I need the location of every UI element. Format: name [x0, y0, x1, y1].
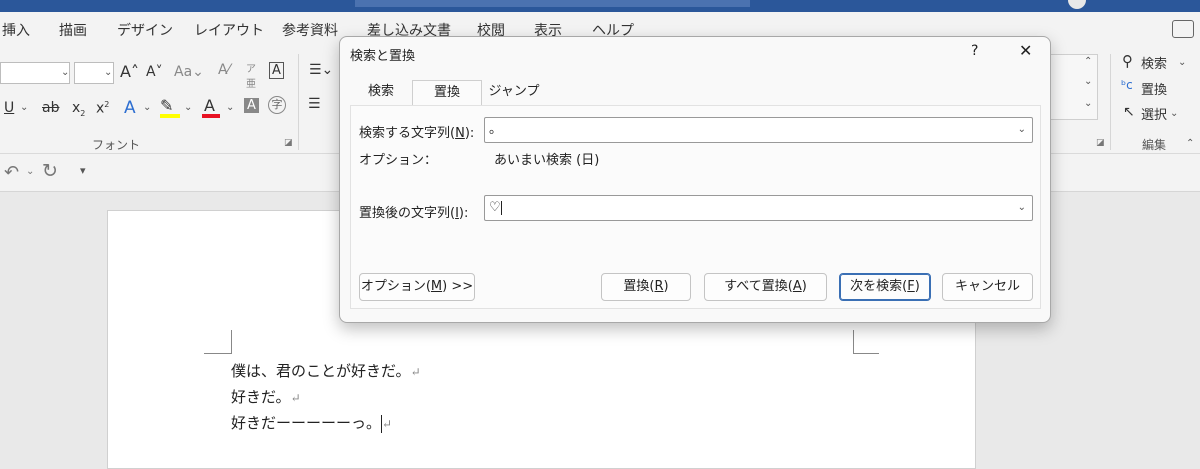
font-group-label: フォント: [92, 138, 141, 152]
title-bar: [0, 0, 1200, 12]
search-icon[interactable]: ⚲: [1122, 52, 1133, 70]
replace-button[interactable]: 置換: [1141, 79, 1167, 98]
enclose-characters-icon[interactable]: 字: [268, 96, 286, 114]
menu-insert[interactable]: 挿入: [2, 20, 30, 40]
redo-icon[interactable]: ↻: [42, 160, 58, 182]
styles-dialog-launcher-icon[interactable]: ◪: [1096, 138, 1105, 148]
select-button[interactable]: 選択: [1141, 104, 1167, 123]
superscript-icon[interactable]: x2: [96, 100, 109, 117]
tab-replace[interactable]: 置換: [412, 80, 482, 106]
close-icon[interactable]: ✕: [1019, 41, 1032, 60]
menu-references[interactable]: 参考資料: [282, 20, 338, 40]
document-line[interactable]: 僕は、君のことが好きだ。↵: [231, 360, 421, 381]
help-button[interactable]: ?: [971, 43, 978, 59]
menu-draw[interactable]: 描画: [59, 20, 87, 40]
avatar[interactable]: [1068, 0, 1086, 9]
strikethrough-icon[interactable]: ab: [42, 100, 59, 116]
phonetic-guide-icon[interactable]: ア亜: [246, 60, 256, 90]
find-input[interactable]: 。 ⌄: [484, 117, 1033, 143]
find-button[interactable]: 検索: [1141, 53, 1167, 72]
bullets-icon[interactable]: ☰⌄: [309, 62, 333, 78]
chevron-down-icon[interactable]: ⌄: [184, 102, 192, 113]
subscript-icon[interactable]: x2: [72, 100, 85, 118]
chevron-down-icon[interactable]: ⌄: [20, 102, 28, 113]
align-left-icon[interactable]: ☰: [308, 96, 321, 112]
tab-find[interactable]: 検索: [350, 80, 412, 106]
document-line[interactable]: 好きだーーーーーっ。↵: [231, 412, 392, 433]
find-label: 検索する文字列(N):: [359, 126, 475, 141]
chevron-down-icon[interactable]: ⌄: [143, 102, 151, 113]
collapse-ribbon-icon[interactable]: ⌃: [1186, 138, 1194, 149]
menu-layout[interactable]: レイアウト: [194, 20, 264, 40]
customize-toolbar-icon[interactable]: ▾: [80, 164, 86, 177]
gallery-up-icon[interactable]: ⌃: [1084, 56, 1092, 67]
grow-font-icon[interactable]: A˄: [120, 62, 139, 81]
character-shading-icon[interactable]: A: [244, 98, 259, 113]
chevron-down-icon[interactable]: ⌄: [1178, 57, 1186, 68]
account-name[interactable]: [990, 0, 1050, 10]
tab-goto[interactable]: ジャンプ: [482, 80, 546, 106]
find-next-button[interactable]: 次を検索(F): [839, 273, 931, 301]
chevron-down-icon[interactable]: ⌄: [226, 102, 234, 113]
highlighter-icon[interactable]: ✎: [160, 96, 173, 115]
editing-group-label: 編集: [1142, 138, 1167, 152]
chevron-down-icon[interactable]: ⌄: [26, 166, 34, 177]
font-color-bar: [202, 114, 220, 118]
dialog-title: 検索と置換: [350, 49, 416, 64]
change-case-icon[interactable]: Aa⌄: [174, 64, 204, 80]
group-divider: [1110, 54, 1111, 150]
chevron-down-icon[interactable]: ⌄: [1018, 118, 1026, 142]
margin-corner-mark: [204, 330, 232, 354]
options-value: あいまい検索 (日): [494, 153, 600, 168]
replace-panel: 検索する文字列(N): 。 ⌄ オプション： あいまい検索 (日) 置換後の文字列…: [350, 105, 1041, 309]
chevron-down-icon[interactable]: ⌄: [104, 67, 112, 78]
shrink-font-icon[interactable]: A˅: [146, 64, 163, 80]
menu-design[interactable]: デザイン: [117, 20, 173, 40]
chevron-down-icon[interactable]: ⌄: [1170, 108, 1178, 119]
options-button[interactable]: オプション(M) >>: [359, 273, 475, 301]
document-line[interactable]: 好きだ。↵: [231, 386, 301, 407]
cancel-button[interactable]: キャンセル: [942, 273, 1033, 301]
clear-format-icon[interactable]: A⁄: [218, 62, 230, 78]
character-border-icon[interactable]: A: [269, 62, 284, 79]
chevron-down-icon[interactable]: ⌄: [1018, 196, 1026, 220]
gallery-down-icon[interactable]: ⌄: [1084, 76, 1092, 87]
replace-one-button[interactable]: 置換(R): [601, 273, 691, 301]
replace-icon[interactable]: ᵇc: [1121, 78, 1133, 92]
replace-input[interactable]: ♡ ⌄: [484, 195, 1033, 221]
text-effects-icon[interactable]: A: [124, 98, 136, 118]
share-button[interactable]: [1172, 20, 1194, 38]
text-cursor: [500, 200, 502, 215]
font-name-box[interactable]: [0, 62, 70, 84]
chevron-down-icon[interactable]: ⌄: [61, 67, 69, 78]
find-replace-dialog: 検索と置換 ? ✕ 検索 置換 ジャンプ 検索する文字列(N): 。 ⌄ オプショ…: [339, 36, 1051, 323]
undo-icon[interactable]: ↶: [4, 162, 19, 183]
underline-icon[interactable]: U: [4, 100, 14, 116]
options-label: オプション：: [359, 153, 438, 168]
document-title-area: [355, 0, 750, 7]
replace-all-button[interactable]: すべて置換(A): [704, 273, 827, 301]
group-divider: [298, 54, 299, 150]
gallery-more-icon[interactable]: ⌄: [1084, 98, 1092, 109]
select-icon[interactable]: ↖: [1123, 104, 1135, 120]
font-color-icon[interactable]: A: [204, 96, 215, 115]
margin-corner-mark: [853, 330, 879, 354]
replace-label: 置換後の文字列(I):: [359, 206, 469, 221]
highlight-color-bar: [160, 114, 180, 118]
font-dialog-launcher-icon[interactable]: ◪: [284, 138, 293, 148]
